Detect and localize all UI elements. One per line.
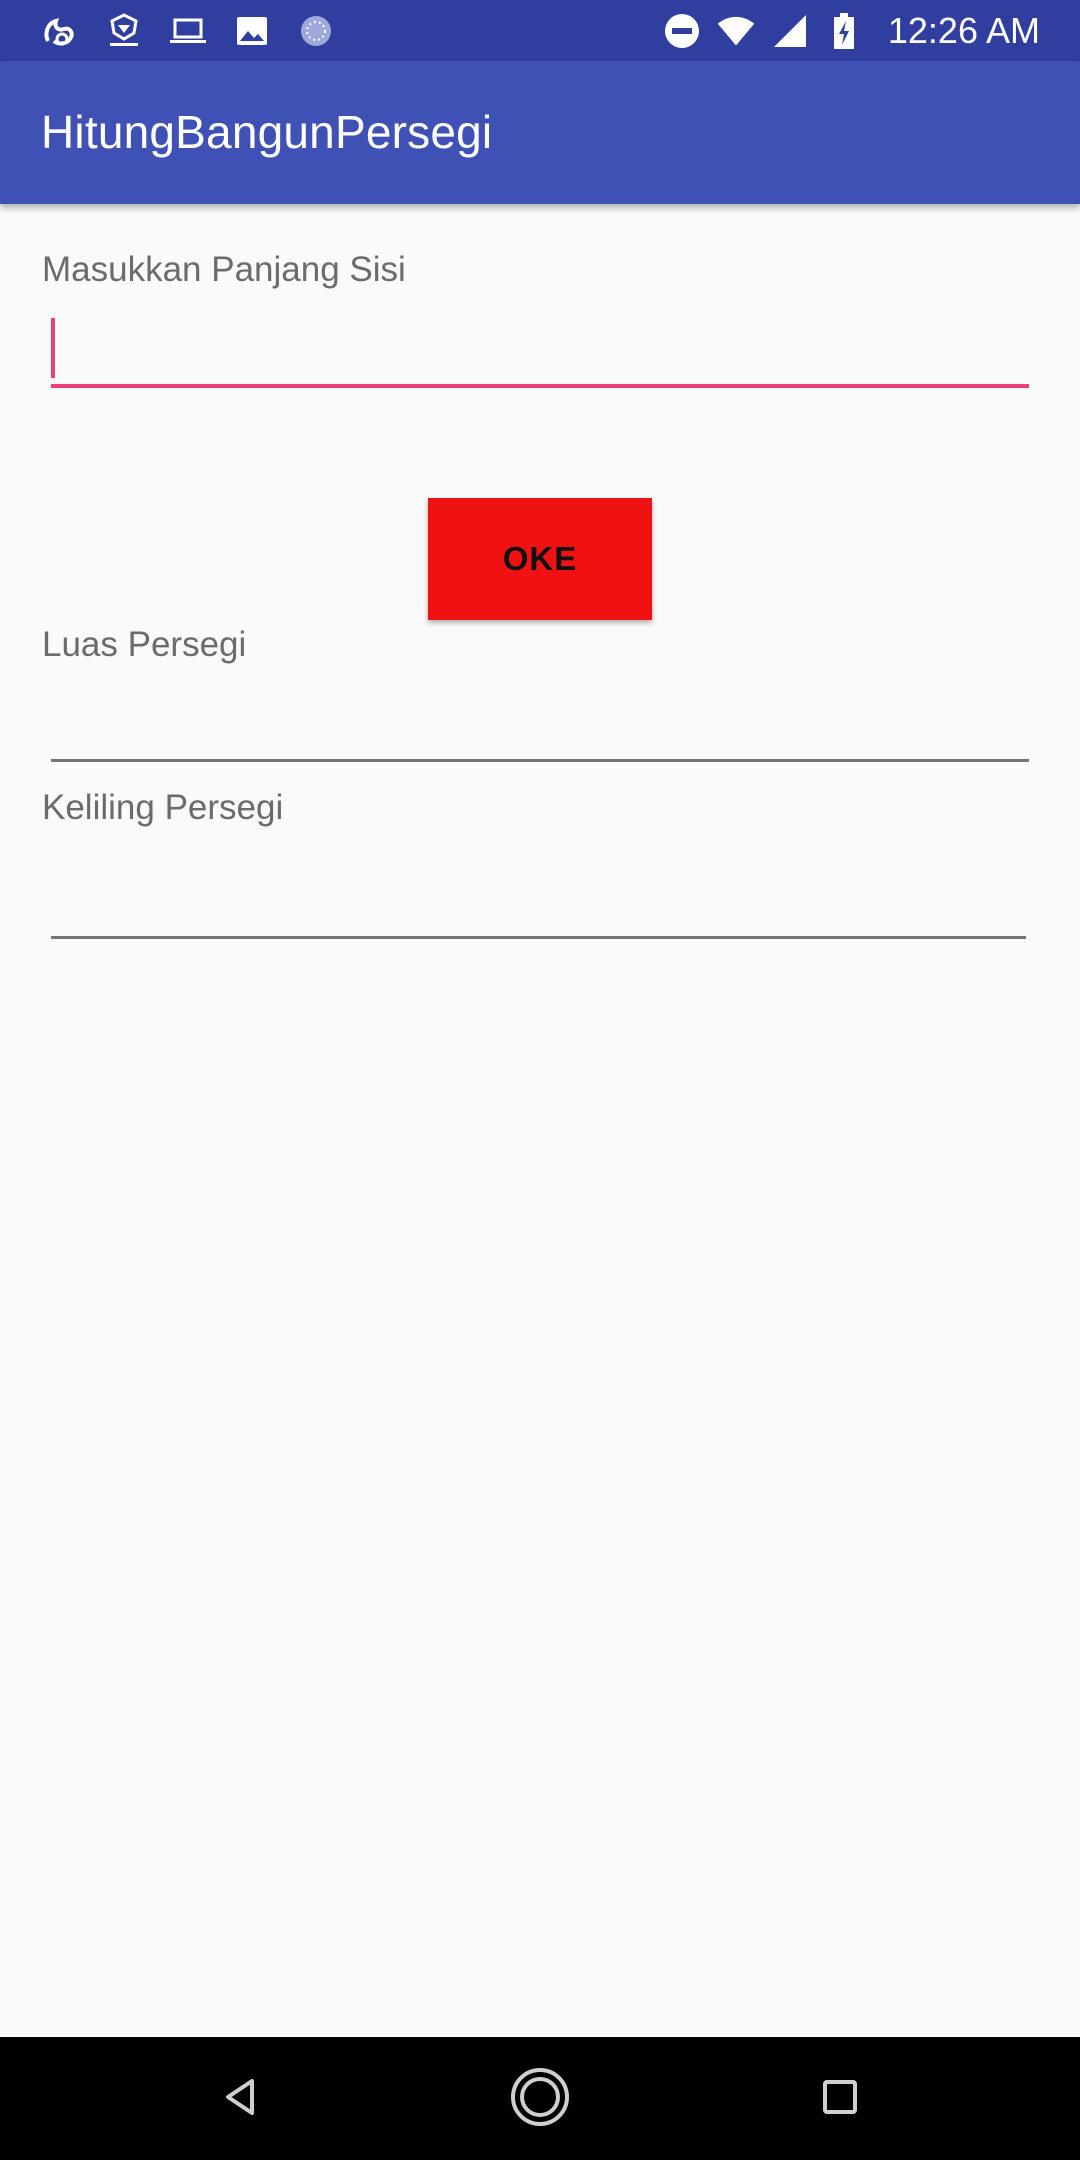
home-icon xyxy=(508,2065,572,2134)
home-button[interactable] xyxy=(498,2057,582,2141)
recents-button[interactable] xyxy=(798,2057,882,2141)
uc-browser-icon xyxy=(40,11,80,51)
perimeter-field-underline xyxy=(51,936,1026,939)
perimeter-field[interactable] xyxy=(51,866,1026,936)
navigation-bar xyxy=(0,2037,1080,2160)
back-button[interactable] xyxy=(198,2057,282,2141)
text-cursor xyxy=(51,318,55,378)
side-length-input[interactable] xyxy=(51,318,1029,388)
image-icon xyxy=(232,11,272,51)
recents-icon xyxy=(820,2077,860,2122)
app-title: HitungBangunPersegi xyxy=(41,106,493,158)
sync-dots-icon xyxy=(296,11,336,51)
notification-icons xyxy=(40,8,336,53)
status-bar: 12:26 AM xyxy=(0,0,1080,61)
system-status: 12:26 AM xyxy=(662,8,1040,53)
app-bar: HitungBangunPersegi xyxy=(0,61,1080,204)
status-clock: 12:26 AM xyxy=(887,9,1040,51)
area-field[interactable] xyxy=(51,690,1029,760)
oke-button[interactable]: OKE xyxy=(428,498,652,620)
back-icon xyxy=(218,2075,262,2124)
wifi-icon xyxy=(716,11,756,51)
do-not-disturb-icon xyxy=(662,11,702,51)
garuda-logo-icon xyxy=(104,11,144,51)
laptop-icon xyxy=(168,11,208,51)
area-label: Luas Persegi xyxy=(42,625,247,664)
area-field-underline xyxy=(51,759,1029,762)
perimeter-label: Keliling Persegi xyxy=(42,788,284,827)
side-length-label: Masukkan Panjang Sisi xyxy=(42,250,406,289)
battery-charging-icon xyxy=(824,11,864,51)
signal-icon xyxy=(770,11,810,51)
